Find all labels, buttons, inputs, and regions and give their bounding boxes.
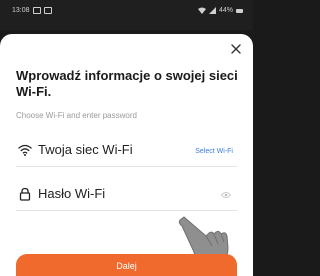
status-bar-left: 13:08 xyxy=(12,7,52,14)
password-field[interactable]: Hasło Wi-Fi xyxy=(16,179,237,211)
lock-icon xyxy=(19,187,31,201)
gallery-icon xyxy=(43,7,52,14)
status-time: 13:08 xyxy=(12,7,30,14)
next-button[interactable]: Dalej xyxy=(16,254,237,276)
ssid-field[interactable]: Twoja siec Wi-Fi Select Wi-Fi xyxy=(16,135,237,167)
battery-icon xyxy=(236,8,243,13)
dialog-title: Wprowadź informacje o swojej sieci Wi-Fi… xyxy=(16,68,238,99)
close-button[interactable] xyxy=(231,42,241,56)
status-bar-right: 44% xyxy=(197,7,243,14)
password-placeholder: Hasło Wi-Fi xyxy=(38,186,106,201)
cell-signal-icon xyxy=(208,7,216,14)
wifi-icon xyxy=(18,144,32,156)
notification-icon xyxy=(32,7,41,14)
ssid-value: Twoja siec Wi-Fi xyxy=(38,142,133,157)
status-bar: 13:08 44% xyxy=(0,0,253,30)
wifi-signal-icon xyxy=(197,7,206,14)
show-password-icon[interactable] xyxy=(221,191,231,199)
wifi-setup-sheet: Wprowadź informacje o swojej sieci Wi-Fi… xyxy=(0,34,253,276)
close-icon xyxy=(231,44,241,54)
select-wifi-link[interactable]: Select Wi-Fi xyxy=(195,148,233,155)
battery-percent: 44% xyxy=(218,7,233,14)
dialog-subtitle: Choose Wi-Fi and enter password xyxy=(16,111,137,120)
